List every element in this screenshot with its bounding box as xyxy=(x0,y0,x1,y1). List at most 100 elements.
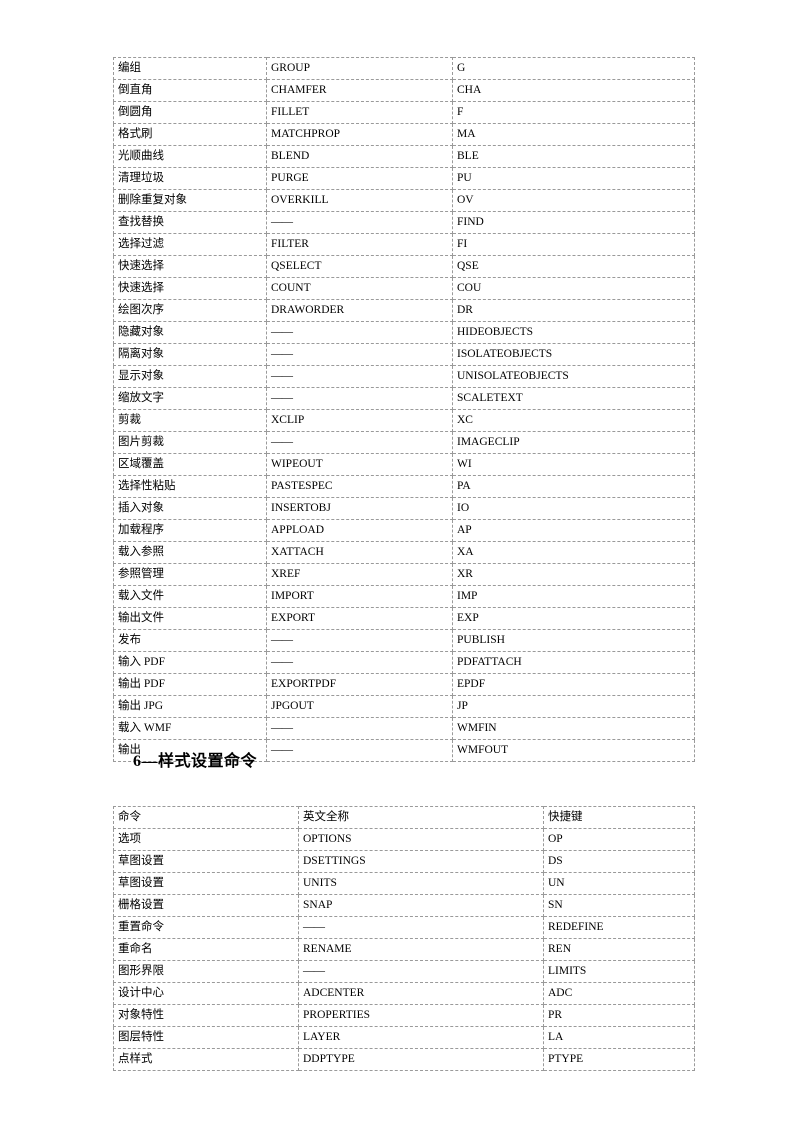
cell-en: —— xyxy=(266,629,453,652)
table-row: 插入对象 INSERTOBJ IO xyxy=(113,497,695,520)
table-row: 倒圆角 FILLET F xyxy=(113,101,695,124)
cell-cn: 点样式 xyxy=(113,1048,299,1071)
table-row: 倒直角 CHAMFER CHA xyxy=(113,79,695,102)
cell-en: XATTACH xyxy=(266,541,453,564)
cell-key: LIMITS xyxy=(543,960,695,983)
cell-key: HIDEOBJECTS xyxy=(452,321,695,344)
table-row: 输入 PDF —— PDFATTACH xyxy=(113,651,695,674)
cell-en: COUNT xyxy=(266,277,453,300)
cell-cn: 输出 JPG xyxy=(113,695,267,718)
cell-en: —— xyxy=(298,916,544,939)
cell-cn: 隐藏对象 xyxy=(113,321,267,344)
table-row: 选择性粘贴 PASTESPEC PA xyxy=(113,475,695,498)
table-row: 区域覆盖 WIPEOUT WI xyxy=(113,453,695,476)
cell-cn: 显示对象 xyxy=(113,365,267,388)
cell-en: DSETTINGS xyxy=(298,850,544,873)
cell-cn: 清理垃圾 xyxy=(113,167,267,190)
cell-key: PTYPE xyxy=(543,1048,695,1071)
cell-key: EPDF xyxy=(452,673,695,696)
cell-key: AP xyxy=(452,519,695,542)
document-page: 编组 GROUP G 倒直角 CHAMFER CHA 倒圆角 FILLET F 格式刷 MATCHP… xyxy=(0,0,793,1122)
cell-key: WMFOUT xyxy=(452,739,695,762)
table-row: 设计中心 ADCENTER ADC xyxy=(113,982,695,1005)
cell-cn: 快速选择 xyxy=(113,277,267,300)
cell-en: OVERKILL xyxy=(266,189,453,212)
cell-en: BLEND xyxy=(266,145,453,168)
cell-key: PUBLISH xyxy=(452,629,695,652)
cell-cn: 载入参照 xyxy=(113,541,267,564)
cell-en: —— xyxy=(298,960,544,983)
table-row: 输出 PDF EXPORTPDF EPDF xyxy=(113,673,695,696)
cell-cn: 图形界限 xyxy=(113,960,299,983)
cell-en: GROUP xyxy=(266,57,453,80)
cell-en: PURGE xyxy=(266,167,453,190)
table-row: 删除重复对象 OVERKILL OV xyxy=(113,189,695,212)
cell-key: IMAGECLIP xyxy=(452,431,695,454)
table-header-row: 命令 英文全称 快捷键 xyxy=(113,806,695,829)
cell-key: XR xyxy=(452,563,695,586)
cell-key: SN xyxy=(543,894,695,917)
command-table-style-settings: 命令 英文全称 快捷键 选项 OPTIONS OP 草图设置 DSETTINGS DS 草图设置 U… xyxy=(113,806,695,1071)
cell-key: PU xyxy=(452,167,695,190)
table-row: 选项 OPTIONS OP xyxy=(113,828,695,851)
cell-cn: 缩放文字 xyxy=(113,387,267,410)
cell-en: JPGOUT xyxy=(266,695,453,718)
cell-en: IMPORT xyxy=(266,585,453,608)
cell-cn: 删除重复对象 xyxy=(113,189,267,212)
cell-cn: 载入 WMF xyxy=(113,717,267,740)
cell-en: OPTIONS xyxy=(298,828,544,851)
cell-cn: 隔离对象 xyxy=(113,343,267,366)
cell-en: INSERTOBJ xyxy=(266,497,453,520)
cell-en: PASTESPEC xyxy=(266,475,453,498)
cell-en: RENAME xyxy=(298,938,544,961)
cell-en: APPLOAD xyxy=(266,519,453,542)
cell-key: MA xyxy=(452,123,695,146)
cell-en: DRAWORDER xyxy=(266,299,453,322)
table-row: 载入 WMF —— WMFIN xyxy=(113,717,695,740)
header-cell-key: 快捷键 xyxy=(543,806,695,829)
table-row: 查找替换 —— FIND xyxy=(113,211,695,234)
cell-key: PDFATTACH xyxy=(452,651,695,674)
table-row: 输出 JPG JPGOUT JP xyxy=(113,695,695,718)
cell-key: JP xyxy=(452,695,695,718)
table-row: 缩放文字 —— SCALETEXT xyxy=(113,387,695,410)
table-row: 编组 GROUP G xyxy=(113,57,695,80)
cell-en: FILTER xyxy=(266,233,453,256)
cell-en: —— xyxy=(266,739,453,762)
cell-key: UNISOLATEOBJECTS xyxy=(452,365,695,388)
cell-key: COU xyxy=(452,277,695,300)
cell-en: FILLET xyxy=(266,101,453,124)
cell-key: G xyxy=(452,57,695,80)
table-row: 图片剪裁 —— IMAGECLIP xyxy=(113,431,695,454)
cell-cn: 选择性粘贴 xyxy=(113,475,267,498)
cell-en: —— xyxy=(266,651,453,674)
cell-cn: 发布 xyxy=(113,629,267,652)
cell-key: WI xyxy=(452,453,695,476)
table-row: 绘图次序 DRAWORDER DR xyxy=(113,299,695,322)
cell-key: DR xyxy=(452,299,695,322)
cell-cn: 编组 xyxy=(113,57,267,80)
cell-key: CHA xyxy=(452,79,695,102)
cell-cn: 草图设置 xyxy=(113,872,299,895)
cell-cn: 选项 xyxy=(113,828,299,851)
table-row: 发布 —— PUBLISH xyxy=(113,629,695,652)
cell-en: —— xyxy=(266,431,453,454)
cell-cn: 重置命令 xyxy=(113,916,299,939)
cell-cn: 参照管理 xyxy=(113,563,267,586)
cell-cn: 图片剪裁 xyxy=(113,431,267,454)
cell-cn: 查找替换 xyxy=(113,211,267,234)
cell-cn: 快速选择 xyxy=(113,255,267,278)
header-cell-en: 英文全称 xyxy=(298,806,544,829)
cell-en: SNAP xyxy=(298,894,544,917)
cell-key: OV xyxy=(452,189,695,212)
table-row: 参照管理 XREF XR xyxy=(113,563,695,586)
cell-cn: 草图设置 xyxy=(113,850,299,873)
cell-en: MATCHPROP xyxy=(266,123,453,146)
table-row: 重命名 RENAME REN xyxy=(113,938,695,961)
cell-en: CHAMFER xyxy=(266,79,453,102)
cell-key: IMP xyxy=(452,585,695,608)
cell-en: —— xyxy=(266,321,453,344)
cell-cn: 选择过滤 xyxy=(113,233,267,256)
cell-en: XREF xyxy=(266,563,453,586)
cell-en: EXPORTPDF xyxy=(266,673,453,696)
